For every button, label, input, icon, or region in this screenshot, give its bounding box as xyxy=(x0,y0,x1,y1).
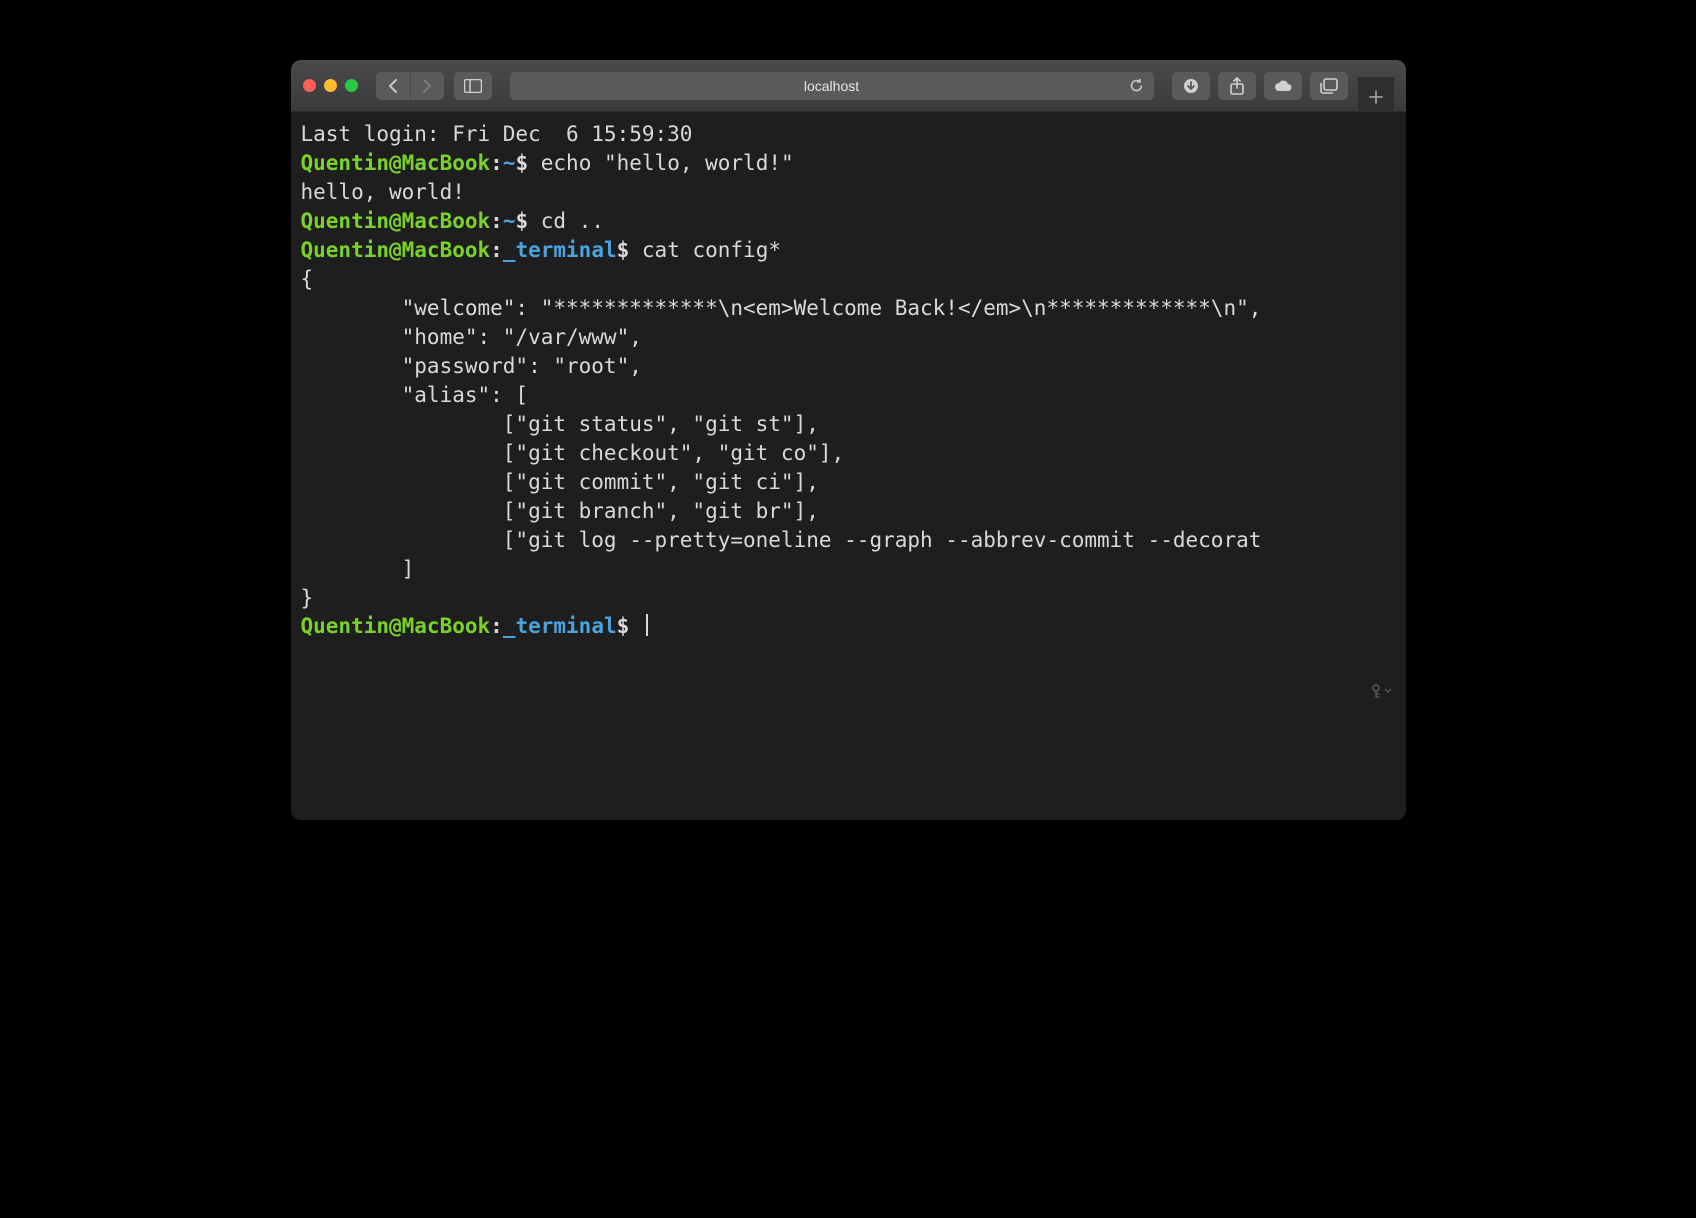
prompt-dollar: $ xyxy=(515,209,540,233)
prompt-user: Quentin@MacBook xyxy=(301,238,491,262)
new-tab-button[interactable] xyxy=(1358,77,1394,117)
forward-button[interactable] xyxy=(410,72,444,100)
minimize-window-button[interactable] xyxy=(324,79,337,92)
prompt-line: Quentin@MacBook:~$ echo "hello, world!" xyxy=(301,151,794,175)
prompt-path: _terminal xyxy=(503,238,617,262)
command-text: cat config* xyxy=(642,238,781,262)
address-bar[interactable]: localhost xyxy=(510,72,1154,100)
prompt-line: Quentin@MacBook:~$ cd .. xyxy=(301,209,604,233)
nav-buttons xyxy=(376,72,444,100)
current-prompt: Quentin@MacBook:_terminal$ xyxy=(301,614,648,638)
password-autofill-hint-icon[interactable] xyxy=(1370,684,1392,698)
last-login-line: Last login: Fri Dec 6 15:59:30 xyxy=(301,122,693,146)
prompt-user: Quentin@MacBook xyxy=(301,614,491,638)
chevron-down-icon xyxy=(1384,688,1392,694)
address-text: localhost xyxy=(804,78,859,94)
toolbar-right xyxy=(1172,72,1348,100)
back-button[interactable] xyxy=(376,72,410,100)
command-text: echo "hello, world!" xyxy=(541,151,794,175)
prompt-colon: : xyxy=(490,614,503,638)
command-text: cd .. xyxy=(541,209,604,233)
prompt-dollar: $ xyxy=(617,614,642,638)
prompt-line: Quentin@MacBook:_terminal$ cat config* xyxy=(301,238,781,262)
prompt-dollar: $ xyxy=(515,151,540,175)
downloads-button[interactable] xyxy=(1172,72,1210,100)
reload-icon[interactable] xyxy=(1129,78,1144,93)
share-button[interactable] xyxy=(1218,72,1256,100)
prompt-colon: : xyxy=(490,151,503,175)
titlebar: localhost xyxy=(291,60,1406,112)
prompt-dollar: $ xyxy=(617,238,642,262)
prompt-colon: : xyxy=(490,238,503,262)
sidebar-toggle-button[interactable] xyxy=(454,72,492,100)
tabs-overview-button[interactable] xyxy=(1310,72,1348,100)
prompt-path: _terminal xyxy=(503,614,617,638)
cursor xyxy=(646,614,648,636)
output-line: hello, world! xyxy=(301,180,465,204)
close-window-button[interactable] xyxy=(303,79,316,92)
prompt-user: Quentin@MacBook xyxy=(301,209,491,233)
terminal-viewport[interactable]: Last login: Fri Dec 6 15:59:30 Quentin@M… xyxy=(291,112,1406,820)
cat-output: { "welcome": "*************\n<em>Welcome… xyxy=(301,267,1262,610)
maximize-window-button[interactable] xyxy=(345,79,358,92)
prompt-colon: : xyxy=(490,209,503,233)
prompt-path: ~ xyxy=(503,209,516,233)
prompt-path: ~ xyxy=(503,151,516,175)
browser-window: localhost Last login: Fri Dec 6 15:59:30… xyxy=(291,60,1406,820)
cloud-button[interactable] xyxy=(1264,72,1302,100)
prompt-user: Quentin@MacBook xyxy=(301,151,491,175)
window-controls xyxy=(303,79,358,92)
